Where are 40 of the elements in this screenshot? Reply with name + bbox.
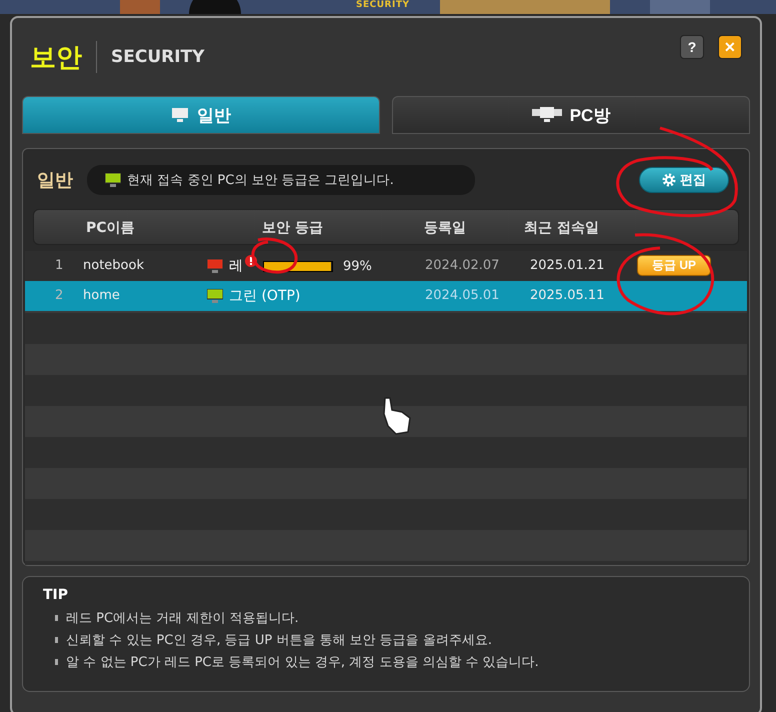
tip-text: 알 수 없는 PC가 레드 PC로 등록되어 있는 경우, 계정 도용을 의심할 수 있습니다. bbox=[66, 654, 539, 671]
hand-cursor-icon bbox=[383, 397, 411, 435]
bullet-icon bbox=[55, 615, 58, 621]
monitor-icon bbox=[105, 173, 121, 187]
window-subtitle: SECURITY bbox=[111, 47, 206, 67]
registered-date: 2024.02.07 bbox=[425, 258, 500, 273]
pc-name: notebook bbox=[83, 258, 144, 273]
tip-text: 레드 PC에서는 거래 제한이 적용됩니다. bbox=[66, 610, 299, 627]
tip-title: TIP bbox=[43, 587, 70, 603]
status-text: 현재 접속 중인 PC의 보안 등급은 그린입니다. bbox=[127, 172, 394, 189]
monitors-icon bbox=[532, 107, 562, 123]
grade-label: 레 bbox=[229, 257, 243, 275]
grade-label: 그린 (OTP) bbox=[229, 287, 300, 305]
row-number: 2 bbox=[55, 288, 64, 303]
row-number: 1 bbox=[55, 258, 64, 273]
column-header: PC이름 bbox=[86, 219, 135, 237]
banner-title: SECURITY bbox=[356, 0, 410, 10]
monitor-icon bbox=[171, 107, 189, 123]
tip-text: 신뢰할 수 있는 PC인 경우, 등급 UP 버튼을 통해 보안 등급을 올려주세요. bbox=[66, 632, 492, 649]
column-header: 최근 접속일 bbox=[524, 219, 599, 237]
column-header: 보안 등급 bbox=[262, 219, 323, 237]
settings-icon bbox=[662, 173, 676, 187]
table-row[interactable]: 1 notebook 레 99% 2024.02.07 2025.01.21 등급 UP bbox=[25, 251, 747, 281]
registered-date: 2024.05.01 bbox=[425, 288, 500, 303]
last-access-date: 2025.05.11 bbox=[530, 288, 604, 303]
bullet-icon bbox=[55, 659, 58, 665]
column-header: 등록일 bbox=[424, 219, 466, 237]
window-title: 보안 bbox=[30, 42, 82, 74]
table-row[interactable]: 2 home 그린 (OTP) 2024.05.01 2025.05.11 bbox=[25, 281, 747, 311]
pc-name: home bbox=[83, 288, 120, 303]
help-button[interactable]: ? bbox=[680, 35, 704, 59]
grade-up-button[interactable]: 등급 UP bbox=[637, 255, 711, 276]
grade-percent: 99% bbox=[343, 258, 372, 274]
tab[interactable]: PC방 bbox=[392, 96, 750, 134]
bullet-icon bbox=[55, 637, 58, 643]
last-access-date: 2025.01.21 bbox=[530, 258, 604, 273]
edit-button[interactable]: 편집 bbox=[639, 167, 729, 193]
section-title: 일반 bbox=[37, 169, 73, 192]
tab[interactable]: 일반 bbox=[22, 96, 380, 134]
close-button[interactable]: ✕ bbox=[718, 35, 742, 59]
